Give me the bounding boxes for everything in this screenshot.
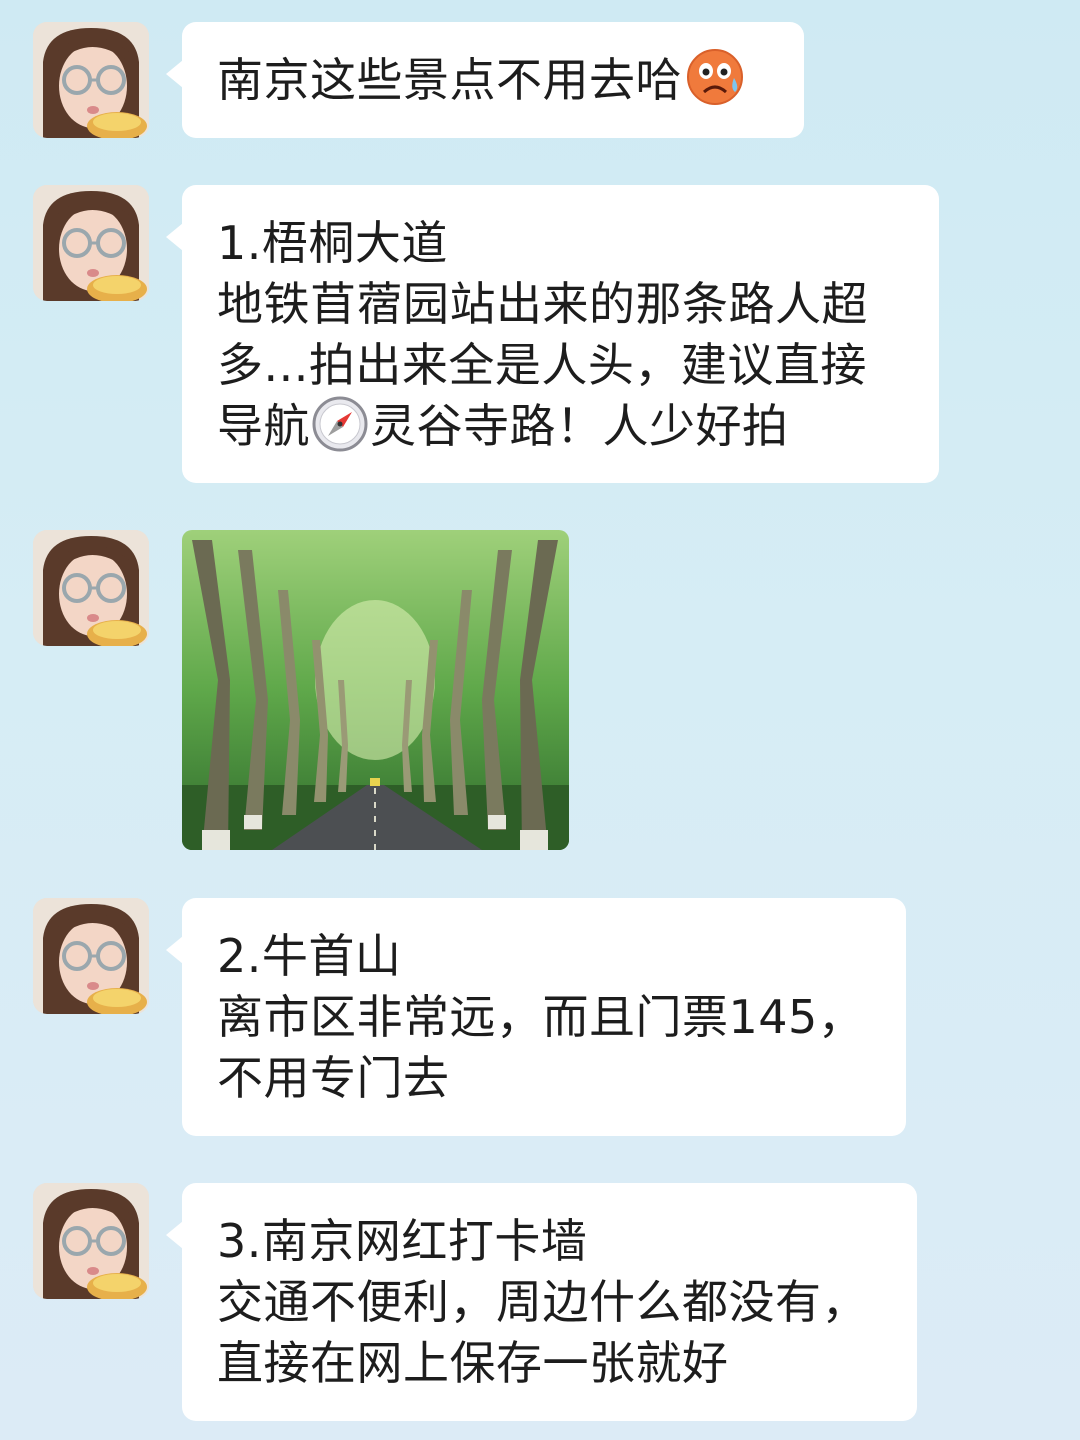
- message-row: [0, 530, 1080, 850]
- message-text: 南京这些景点不用去哈: [217, 48, 770, 121]
- message-bubble[interactable]: 2.牛首山 离市区非常远，而且门票145， 不用专门去: [166, 898, 906, 1136]
- message-row: 2.牛首山 离市区非常远，而且门票145， 不用专门去: [0, 898, 1080, 1136]
- message-text: 多...拍出来全是人头，建议直接: [217, 338, 867, 392]
- avatar-girl-icon: [33, 22, 149, 138]
- avatar-girl-icon: [33, 185, 149, 301]
- message-text: 直接在网上保存一张就好: [217, 1336, 729, 1390]
- message-text: 交通不便利，周边什么都没有，: [217, 1275, 868, 1329]
- message-bubble[interactable]: 南京这些景点不用去哈: [166, 22, 804, 138]
- avatar[interactable]: [33, 22, 149, 138]
- message-text: 1.梧桐大道: [217, 216, 448, 270]
- avatar[interactable]: [33, 530, 149, 646]
- message-row: 3.南京网红打卡墙 交通不便利，周边什么都没有， 直接在网上保存一张就好: [0, 1183, 1080, 1421]
- message-text: 3.南京网红打卡墙: [217, 1214, 588, 1268]
- avatar-girl-icon: [33, 898, 149, 1014]
- message-text: 地铁苜蓿园站出来的那条路人超: [217, 277, 868, 331]
- message-text: 离市区非常远，而且门票145，: [217, 990, 865, 1044]
- message-text: 不用专门去: [217, 1051, 450, 1105]
- tree-lined-avenue-photo[interactable]: [182, 530, 569, 850]
- avatar[interactable]: [33, 898, 149, 1014]
- message-row: 南京这些景点不用去哈: [0, 22, 1080, 138]
- message-text: 2.牛首山: [217, 929, 402, 983]
- avatar[interactable]: [33, 1183, 149, 1299]
- message-bubble[interactable]: 3.南京网红打卡墙 交通不便利，周边什么都没有， 直接在网上保存一张就好: [166, 1183, 917, 1421]
- compass-emoji-icon: [312, 396, 368, 467]
- message-text: 导航 灵谷寺路！人少好拍: [217, 396, 905, 467]
- message-row: 1.梧桐大道 地铁苜蓿园站出来的那条路人超 多...拍出来全是人头，建议直接 导…: [0, 185, 1080, 485]
- chat-view: 南京这些景点不用去哈 1.梧桐大道 地铁苜蓿园站出来的那条路人超 多...拍出来…: [0, 0, 1080, 1440]
- worried-sweat-emoji-icon: [686, 48, 744, 121]
- avatar-girl-icon: [33, 1183, 149, 1299]
- message-bubble[interactable]: 1.梧桐大道 地铁苜蓿园站出来的那条路人超 多...拍出来全是人头，建议直接 导…: [166, 185, 939, 483]
- avatar[interactable]: [33, 185, 149, 301]
- avatar-girl-icon: [33, 530, 149, 646]
